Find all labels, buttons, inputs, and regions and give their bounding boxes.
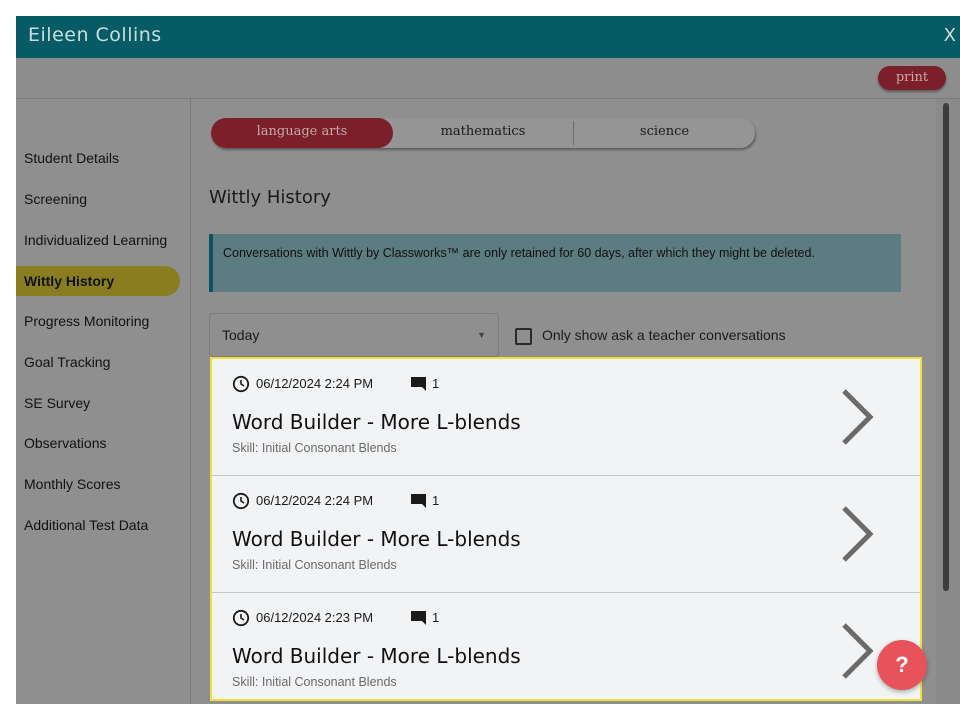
- conversation-item[interactable]: 06/12/2024 2:24 PM 1 Word Builder - More…: [212, 476, 920, 593]
- title-bar: Eileen Collins X: [16, 16, 960, 58]
- sidebar-item-student-details[interactable]: Student Details: [16, 143, 180, 173]
- chevron-right-icon[interactable]: [840, 387, 874, 447]
- sidebar-item-individualized-learning[interactable]: Individualized Learning: [16, 225, 180, 255]
- conversation-datetime: 06/12/2024 2:24 PM: [256, 493, 374, 508]
- chevron-right-icon[interactable]: [840, 504, 874, 564]
- page-title: Wittly History: [209, 187, 331, 208]
- sidebar-nav: Student Details Screening Individualized…: [16, 99, 191, 704]
- dropdown-arrow-icon: ▼: [477, 330, 486, 340]
- sidebar-item-progress-monitoring[interactable]: Progress Monitoring: [16, 306, 180, 336]
- tab-language-arts[interactable]: language arts: [211, 118, 393, 148]
- chat-icon: [411, 611, 426, 625]
- date-filter-select[interactable]: Today ▼: [209, 313, 499, 357]
- tab-science[interactable]: science: [574, 118, 755, 148]
- sidebar-item-wittly-history[interactable]: Wittly History: [16, 266, 180, 296]
- chat-icon: [411, 377, 426, 391]
- student-name-title: Eileen Collins: [28, 24, 162, 46]
- sidebar-item-observations[interactable]: Observations: [16, 428, 180, 458]
- chat-icon: [411, 494, 426, 508]
- chevron-right-icon[interactable]: [840, 621, 874, 681]
- conversation-title: Word Builder - More L-blends: [232, 644, 521, 668]
- conversation-list: 06/12/2024 2:24 PM 1 Word Builder - More…: [210, 357, 922, 701]
- sidebar-item-screening[interactable]: Screening: [16, 184, 180, 214]
- message-count: 1: [432, 376, 440, 391]
- clock-icon: [232, 375, 250, 393]
- subject-tabs: language arts mathematics science: [211, 118, 755, 148]
- sidebar-item-se-survey[interactable]: SE Survey: [16, 388, 180, 418]
- conversation-item[interactable]: 06/12/2024 2:23 PM 1 Word Builder - More…: [212, 593, 920, 699]
- ask-teacher-checkbox-label: Only show ask a teacher conversations: [542, 327, 786, 343]
- conversation-skill: Skill: Initial Consonant Blends: [232, 675, 397, 689]
- conversation-datetime: 06/12/2024 2:23 PM: [256, 610, 374, 625]
- toolbar: print: [16, 58, 960, 99]
- conversation-skill: Skill: Initial Consonant Blends: [232, 441, 397, 455]
- help-button[interactable]: ?: [877, 640, 927, 690]
- sidebar-item-goal-tracking[interactable]: Goal Tracking: [16, 347, 180, 377]
- conversation-title: Word Builder - More L-blends: [232, 527, 521, 551]
- message-count: 1: [432, 493, 440, 508]
- clock-icon: [232, 492, 250, 510]
- scrollbar-thumb[interactable]: [943, 103, 949, 591]
- clock-icon: [232, 609, 250, 627]
- ask-teacher-checkbox[interactable]: [515, 328, 532, 345]
- tab-mathematics[interactable]: mathematics: [393, 118, 573, 148]
- scrollbar[interactable]: [936, 99, 960, 704]
- message-count: 1: [432, 610, 440, 625]
- date-filter-value: Today: [222, 327, 260, 343]
- conversation-title: Word Builder - More L-blends: [232, 410, 521, 434]
- close-icon[interactable]: X: [944, 25, 956, 46]
- print-button[interactable]: print: [878, 66, 946, 90]
- sidebar-item-additional-test-data[interactable]: Additional Test Data: [16, 510, 180, 540]
- conversation-item[interactable]: 06/12/2024 2:24 PM 1 Word Builder - More…: [212, 359, 920, 476]
- sidebar-item-monthly-scores[interactable]: Monthly Scores: [16, 469, 180, 499]
- retention-notice: Conversations with Wittly by Classworks™…: [209, 234, 901, 292]
- conversation-datetime: 06/12/2024 2:24 PM: [256, 376, 374, 391]
- conversation-skill: Skill: Initial Consonant Blends: [232, 558, 397, 572]
